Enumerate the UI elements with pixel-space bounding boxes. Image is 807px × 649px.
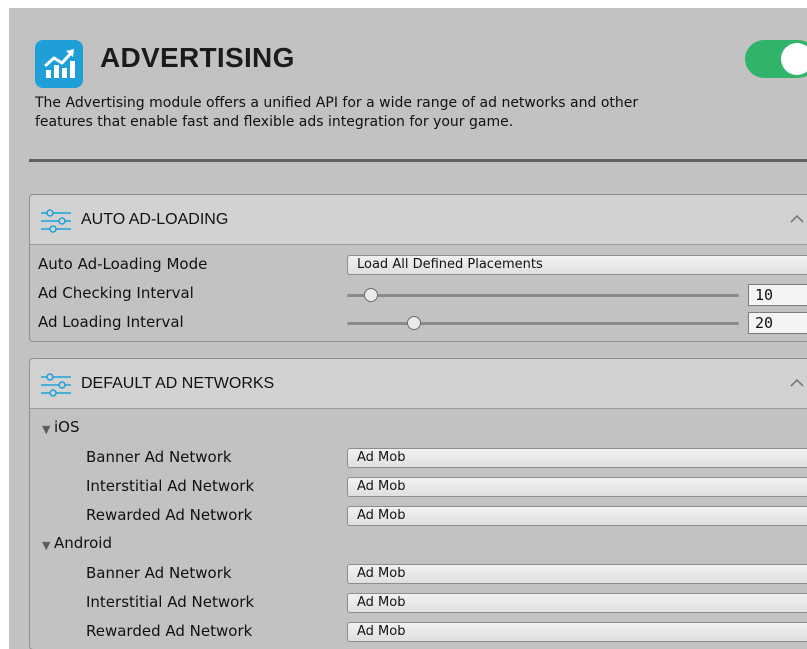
ios-interstitial-label: Interstitial Ad Network bbox=[86, 477, 255, 495]
module-title: ADVERTISING bbox=[100, 42, 295, 73]
ios-label: iOS bbox=[54, 418, 80, 436]
ios-interstitial-dropdown[interactable]: Ad Mob ▲▼ bbox=[347, 477, 807, 497]
advertising-module-panel: ADVERTISING The Advertising module offer… bbox=[9, 8, 807, 649]
sliders-icon bbox=[41, 373, 71, 397]
ad-loading-interval-label: Ad Loading Interval bbox=[38, 313, 184, 331]
slider-thumb[interactable] bbox=[406, 316, 421, 330]
field-value: 20 bbox=[755, 314, 774, 332]
dropdown-value: Ad Mob bbox=[357, 450, 406, 465]
ad-checking-interval-label: Ad Checking Interval bbox=[38, 284, 194, 302]
chevron-up-icon[interactable] bbox=[790, 214, 804, 224]
android-banner-dropdown[interactable]: Ad Mob ▲▼ bbox=[347, 564, 807, 584]
ad-loading-interval-field[interactable]: 20 bbox=[748, 312, 807, 334]
auto-ad-loading-section: AUTO AD-LOADING Auto Ad-Loading Mode Loa… bbox=[29, 194, 807, 342]
android-banner-label: Banner Ad Network bbox=[86, 564, 232, 582]
sliders-icon bbox=[41, 209, 71, 233]
auto-ad-loading-header[interactable]: AUTO AD-LOADING bbox=[30, 195, 807, 245]
toggle-knob bbox=[781, 43, 807, 75]
ad-checking-interval-slider[interactable] bbox=[347, 294, 739, 297]
dropdown-value: Ad Mob bbox=[357, 479, 406, 494]
module-description: The Advertising module offers a unified … bbox=[35, 95, 639, 130]
section-title: DEFAULT AD NETWORKS bbox=[81, 375, 275, 392]
ios-banner-dropdown[interactable]: Ad Mob ▲▼ bbox=[347, 448, 807, 468]
ad-checking-interval-field[interactable]: 10 bbox=[748, 284, 807, 306]
default-ad-networks-section: DEFAULT AD NETWORKS ▼ iOS Banner Ad Netw… bbox=[29, 358, 807, 649]
chart-icon bbox=[35, 40, 83, 88]
module-enable-toggle[interactable] bbox=[745, 40, 807, 78]
ios-rewarded-dropdown[interactable]: Ad Mob ▲▼ bbox=[347, 506, 807, 526]
dropdown-value: Ad Mob bbox=[357, 595, 406, 610]
auto-ad-loading-mode-label: Auto Ad-Loading Mode bbox=[38, 255, 208, 273]
android-rewarded-dropdown[interactable]: Ad Mob ▲▼ bbox=[347, 622, 807, 642]
section-title: AUTO AD-LOADING bbox=[81, 211, 229, 228]
header-divider bbox=[29, 159, 807, 162]
ad-loading-interval-slider[interactable] bbox=[347, 322, 739, 325]
foldout-triangle-icon: ▼ bbox=[42, 539, 51, 552]
auto-ad-loading-mode-dropdown[interactable]: Load All Defined Placements ▲▼ bbox=[347, 255, 807, 275]
android-interstitial-dropdown[interactable]: Ad Mob ▲▼ bbox=[347, 593, 807, 613]
foldout-triangle-icon: ▼ bbox=[42, 423, 51, 436]
dropdown-value: Ad Mob bbox=[357, 508, 406, 523]
slider-thumb[interactable] bbox=[363, 288, 378, 302]
default-ad-networks-header[interactable]: DEFAULT AD NETWORKS bbox=[30, 359, 807, 409]
chevron-up-icon[interactable] bbox=[790, 378, 804, 388]
android-interstitial-label: Interstitial Ad Network bbox=[86, 593, 255, 611]
dropdown-value: Ad Mob bbox=[357, 624, 406, 639]
ios-banner-label: Banner Ad Network bbox=[86, 448, 232, 466]
ios-rewarded-label: Rewarded Ad Network bbox=[86, 506, 253, 524]
dropdown-value: Ad Mob bbox=[357, 566, 406, 581]
dropdown-value: Load All Defined Placements bbox=[357, 257, 543, 272]
android-rewarded-label: Rewarded Ad Network bbox=[86, 622, 253, 640]
field-value: 10 bbox=[755, 286, 774, 304]
android-label: Android bbox=[54, 534, 112, 552]
